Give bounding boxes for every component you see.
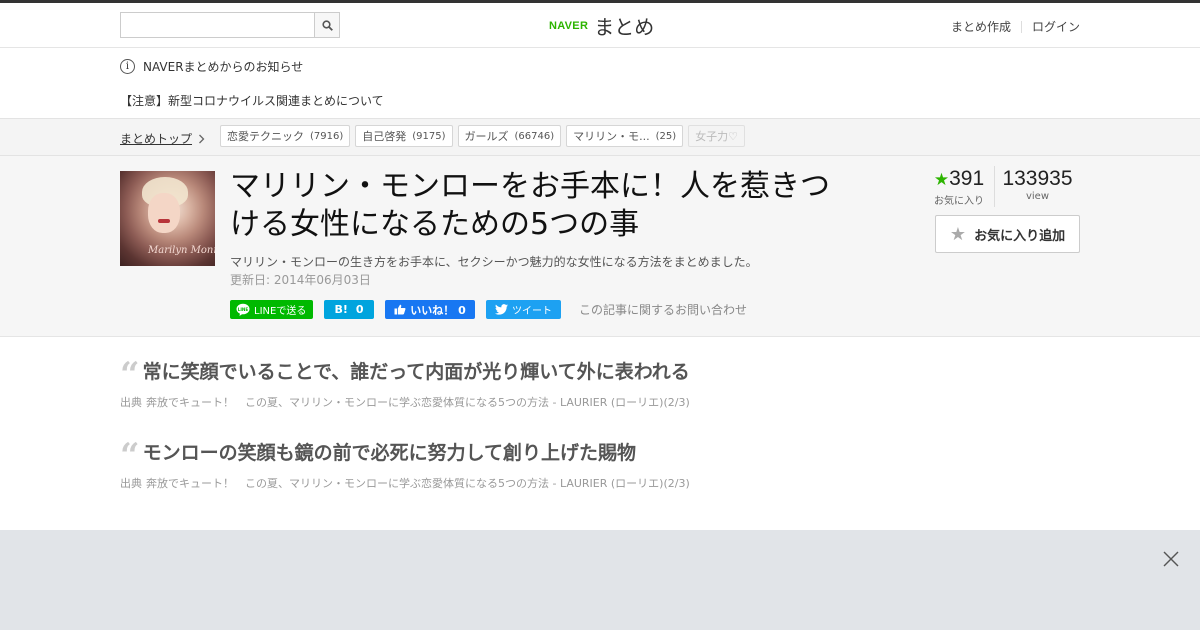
- ad-overlay: [0, 530, 1200, 630]
- thumbnail-face: [148, 193, 180, 233]
- quote-source-label: 出典: [120, 396, 142, 409]
- thumbnail-lips: [158, 219, 170, 223]
- line-icon: LINE: [236, 303, 250, 316]
- star-outline-icon: ★: [949, 223, 967, 245]
- search-icon: [321, 19, 333, 31]
- hatena-icon: B!: [334, 303, 348, 316]
- views-stat: 133935 view: [995, 166, 1080, 207]
- tag-count: (7916): [310, 130, 344, 142]
- star-icon: ★: [933, 170, 950, 189]
- quote-item: “ 常に笑顔でいることで、誰だって内面が光り輝いて外に表われる 出典 奔放でキュー…: [120, 357, 690, 410]
- tag-list: 恋愛テクニック (7916) 自己啓発 (9175) ガールズ (66746) …: [220, 125, 746, 147]
- notice-area: i NAVERまとめからのお知らせ 【注意】新型コロナウイルス関連まとめについて: [0, 48, 1200, 119]
- tweet-label: ツイート: [512, 306, 552, 317]
- tag-item[interactable]: 恋愛テクニック (7916): [220, 125, 351, 147]
- quote-source: 出典 奔放でキュート！ この夏、マリリン・モンローに学ぶ恋愛体質になる5つの方法 …: [120, 475, 690, 491]
- quote-heading: “ モンローの笑顔も鏡の前で必死に努力して創り上げた賜物: [120, 435, 690, 476]
- quote-source-link[interactable]: 奔放でキュート！ この夏、マリリン・モンローに学ぶ恋愛体質になる5つの方法 - …: [146, 396, 690, 409]
- header-links: まとめ作成 ログイン: [951, 18, 1080, 35]
- notice-alert-link[interactable]: 【注意】新型コロナウイルス関連まとめについて: [120, 92, 384, 109]
- breadcrumb[interactable]: まとめトップ: [120, 130, 205, 147]
- tag-item[interactable]: ガールズ (66746): [457, 125, 562, 147]
- tag-count: (66746): [514, 130, 555, 142]
- svg-text:LINE: LINE: [238, 307, 249, 312]
- add-favorite-button[interactable]: ★ お気に入り追加: [935, 215, 1080, 253]
- tag-bar: まとめトップ 恋愛テクニック (7916) 自己啓発 (9175) ガールズ (…: [0, 119, 1200, 156]
- favorites-stat: ★391 お気に入り: [924, 166, 995, 207]
- line-share-button[interactable]: LINE LINEで送る: [230, 300, 313, 319]
- quote-mark-icon: “: [120, 354, 140, 395]
- twitter-bird-icon: [495, 304, 508, 315]
- contact-link[interactable]: この記事に関するお問い合わせ: [579, 301, 747, 318]
- line-share-label: LINEで送る: [254, 306, 307, 317]
- search-button[interactable]: [314, 13, 339, 37]
- article-description: マリリン・モンローの生き方をお手本に、セクシーかつ魅力的な女性になる方法をまとめ…: [230, 255, 758, 269]
- quote-text: モンローの笑顔も鏡の前で必死に努力して創り上げた賜物: [142, 442, 636, 464]
- quote-source-link[interactable]: 奔放でキュート！ この夏、マリリン・モンローに学ぶ恋愛体質になる5つの方法 - …: [146, 477, 690, 490]
- tag-label: マリリン・モ...: [573, 130, 650, 143]
- thumbnail-signature: Marilyn Monroe: [148, 245, 215, 256]
- site-header: NAVER まとめ まとめ作成 ログイン: [0, 3, 1200, 48]
- logo-brand: NAVER: [549, 19, 589, 32]
- info-icon: i: [120, 59, 135, 74]
- article-thumbnail: Marilyn Monroe: [120, 171, 215, 266]
- tag-label: 女子力♡: [695, 130, 739, 143]
- views-count: 133935: [1002, 167, 1073, 190]
- quote-source-label: 出典: [120, 477, 142, 490]
- share-bar: LINE LINEで送る B! 0 いいね！ 0 ツイート この記事に関するお問…: [230, 300, 747, 319]
- quote-text: 常に笑顔でいることで、誰だって内面が光り輝いて外に表われる: [142, 361, 690, 383]
- article-stats: ★391 お気に入り 133935 view: [924, 166, 1080, 207]
- header-divider: [1020, 20, 1022, 33]
- tag-label: 恋愛テクニック: [227, 130, 304, 143]
- hatena-bookmark-button[interactable]: B! 0: [324, 300, 374, 319]
- favorites-number-row: ★391: [924, 166, 994, 192]
- quote-heading: “ 常に笑顔でいることで、誰だって内面が光り輝いて外に表われる: [120, 354, 690, 395]
- close-icon[interactable]: [1162, 550, 1180, 568]
- notice-info-text: NAVERまとめからのお知らせ: [143, 60, 304, 74]
- search-input[interactable]: [121, 13, 313, 37]
- notice-announcement[interactable]: i NAVERまとめからのお知らせ: [120, 58, 303, 75]
- chevron-right-icon: [199, 134, 205, 143]
- twitter-tweet-button[interactable]: ツイート: [486, 300, 561, 319]
- article-header: Marilyn Monroe マリリン・モンローをお手本に！人を惹きつける女性に…: [0, 156, 1200, 337]
- tag-count: (25): [655, 130, 677, 142]
- logo-service: まとめ: [594, 15, 655, 39]
- tag-item[interactable]: 自己啓発 (9175): [355, 125, 453, 147]
- article-title: マリリン・モンローをお手本に！人を惹きつける女性になるための5つの事: [230, 169, 830, 242]
- favorites-label: お気に入り: [934, 196, 984, 207]
- quote-source: 出典 奔放でキュート！ この夏、マリリン・モンローに学ぶ恋愛体質になる5つの方法 …: [120, 394, 690, 410]
- views-label: view: [1025, 191, 1050, 202]
- tag-item[interactable]: マリリン・モ... (25): [566, 125, 684, 147]
- naver-matome-logo[interactable]: NAVER まとめ: [549, 11, 654, 40]
- tag-label: 自己啓発: [362, 130, 407, 143]
- login-link[interactable]: ログイン: [1032, 18, 1080, 35]
- tag-item[interactable]: 女子力♡: [688, 125, 746, 147]
- tag-label: ガールズ: [464, 130, 509, 143]
- tag-count: (9175): [412, 130, 446, 142]
- facebook-like-label: いいね！ 0: [410, 303, 466, 317]
- create-matome-link[interactable]: まとめ作成: [951, 18, 1011, 35]
- article-date: 更新日: 2014年06月03日: [230, 273, 371, 287]
- hatena-count: 0: [355, 303, 364, 316]
- favorites-count: 391: [949, 167, 985, 190]
- add-favorite-label: お気に入り追加: [974, 228, 1066, 244]
- facebook-like-button[interactable]: いいね！ 0: [385, 300, 475, 319]
- quote-mark-icon: “: [120, 435, 140, 476]
- quote-item: “ モンローの笑顔も鏡の前で必死に努力して創り上げた賜物 出典 奔放でキュート！ …: [120, 438, 690, 491]
- thumbs-up-icon: [394, 304, 406, 315]
- breadcrumb-top-link[interactable]: まとめトップ: [120, 130, 192, 147]
- search-box: [120, 12, 340, 38]
